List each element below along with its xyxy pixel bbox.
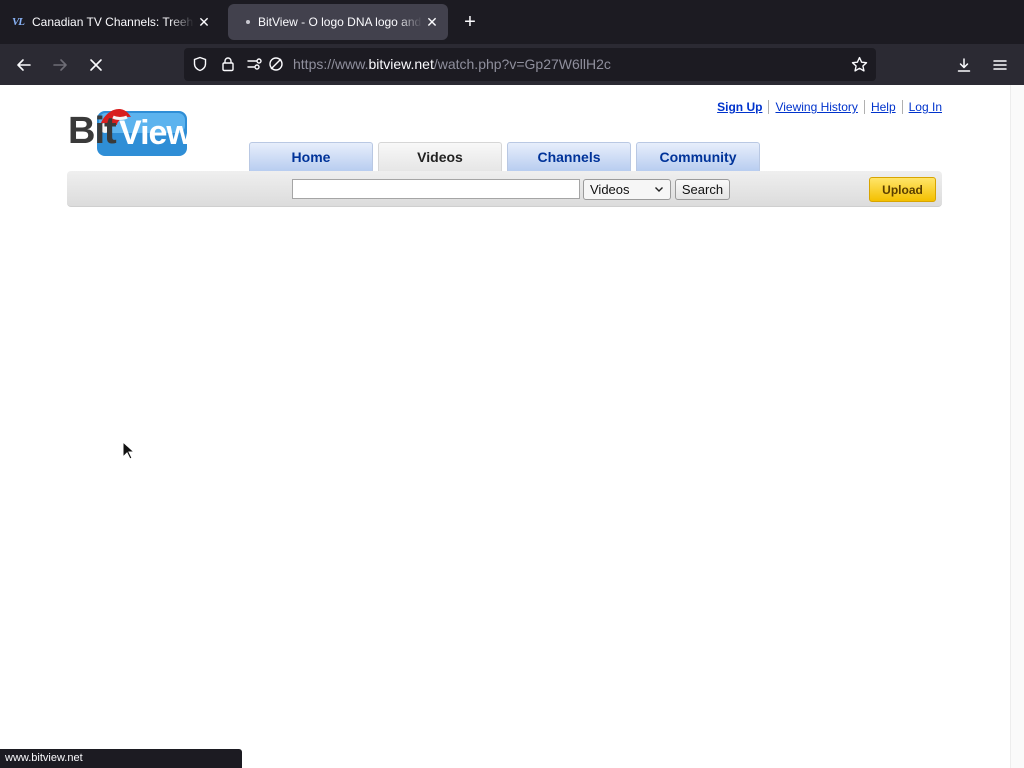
tab-community[interactable]: Community <box>636 142 760 171</box>
viewing-history-link[interactable]: Viewing History <box>775 100 857 114</box>
help-link[interactable]: Help <box>871 100 896 114</box>
upload-button[interactable]: Upload <box>869 177 936 202</box>
browser-tab-active[interactable]: BitView - O logo DNA logo and N ✕ <box>228 4 448 40</box>
shield-icon[interactable] <box>191 55 209 73</box>
divider <box>863 100 865 114</box>
divider <box>768 100 770 114</box>
loading-dot-icon <box>246 20 250 24</box>
hamburger-menu-icon[interactable] <box>986 52 1014 78</box>
address-bar[interactable]: https://www.bitview.net/watch.php?v=Gp27… <box>184 48 876 81</box>
url-text[interactable]: https://www.bitview.net/watch.php?v=Gp27… <box>293 56 611 72</box>
tracking-blocked-icon[interactable] <box>267 55 285 73</box>
url-prefix: https://www. <box>293 56 369 72</box>
logo-bit-text: Bit <box>68 110 117 152</box>
browser-tab[interactable]: VL Canadian TV Channels: Treehou ✕ <box>2 4 220 40</box>
scrollbar[interactable] <box>1010 85 1024 768</box>
browser-toolbar: https://www.bitview.net/watch.php?v=Gp27… <box>0 44 1024 85</box>
bookmark-star-icon[interactable] <box>850 55 868 73</box>
close-icon[interactable]: ✕ <box>194 12 214 32</box>
account-links: Sign Up Viewing History Help Log In <box>717 100 942 114</box>
search-button[interactable]: Search <box>675 179 730 200</box>
status-bar: www.bitview.net <box>0 749 242 768</box>
url-path: /watch.php?v=Gp27W6llH2c <box>433 56 611 72</box>
forward-arrow-icon[interactable] <box>46 52 74 78</box>
stop-loading-icon[interactable] <box>82 52 110 78</box>
close-icon[interactable]: ✕ <box>422 12 442 32</box>
tab-videos[interactable]: Videos <box>378 142 502 171</box>
search-bar: Videos Search Upload <box>67 171 942 207</box>
tab-channels[interactable]: Channels <box>507 142 631 171</box>
search-type-value: Videos <box>590 182 630 197</box>
back-arrow-icon[interactable] <box>10 52 38 78</box>
url-domain: bitview.net <box>368 56 434 72</box>
search-type-select[interactable]: Videos <box>583 179 671 200</box>
tab-home[interactable]: Home <box>249 142 373 171</box>
log-in-link[interactable]: Log In <box>909 100 942 114</box>
sign-up-link[interactable]: Sign Up <box>717 100 762 114</box>
chevron-down-icon <box>655 187 663 192</box>
browser-tab-title: Canadian TV Channels: Treehou <box>32 15 194 29</box>
page-content: Bit View Sign Up Viewing History Help Lo… <box>0 85 1024 768</box>
permissions-icon[interactable] <box>246 55 264 73</box>
browser-tab-title: BitView - O logo DNA logo and N <box>258 15 422 29</box>
divider <box>901 100 903 114</box>
search-input[interactable] <box>292 179 580 199</box>
new-tab-plus-icon[interactable]: + <box>458 10 482 34</box>
mouse-cursor-icon <box>122 441 134 460</box>
download-icon[interactable] <box>950 52 978 78</box>
lock-icon[interactable] <box>219 55 237 73</box>
bitview-logo[interactable]: Bit View <box>67 101 193 159</box>
vl-favicon-icon: VL <box>10 14 26 30</box>
browser-tab-strip: VL Canadian TV Channels: Treehou ✕ BitVi… <box>0 0 1024 44</box>
logo-view-text: View <box>119 114 193 152</box>
